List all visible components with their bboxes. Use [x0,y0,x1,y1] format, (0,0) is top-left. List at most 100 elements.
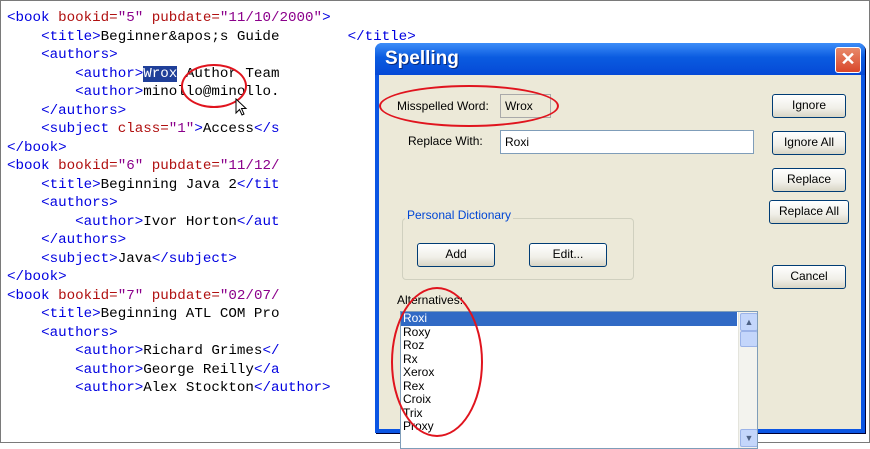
ignore-all-button[interactable]: Ignore All [772,131,846,155]
code-line[interactable]: </book> [7,268,416,287]
scroll-thumb[interactable] [740,331,757,347]
spelling-dialog: Spelling ✕ Misspelled Word: Wrox Replace… [375,43,865,449]
code-token: Alex Stockton [143,380,254,396]
scroll-down-icon[interactable]: ▼ [740,429,757,447]
alternatives-label: Alternatives: [397,293,464,307]
code-token: "7" [117,287,152,304]
dialog-title: Spelling [385,48,459,69]
code-token: > [322,10,331,26]
code-token: Richard Grimes [143,343,263,359]
code-line[interactable]: <subject class="1">Access</s [7,120,416,139]
code-token: <authors> [41,47,118,63]
code-token: </book> [7,269,67,285]
alternative-item[interactable]: Proxy [401,419,737,434]
ignore-button[interactable]: Ignore [772,94,846,118]
code-line[interactable]: <authors> [7,46,416,65]
add-button[interactable]: Add [417,243,495,267]
code-line[interactable]: <title>Beginning ATL COM Pro [7,305,416,324]
alternatives-listbox[interactable]: Roxi Roxy Roz Rx Xerox Rex Croix Trix Proxy ▲ ▼ [400,311,758,449]
replace-all-button[interactable]: Replace All [769,200,849,224]
code-token: <author> [75,84,144,100]
replace-button[interactable]: Replace [772,168,846,192]
code-line[interactable]: <author>Ivor Horton</aut [7,213,416,232]
edit-button[interactable]: Edit... [529,243,607,267]
code-token: bookid= [58,10,118,26]
code-token: "1" [168,121,195,137]
code-token: </aut [236,213,280,230]
code-token: <authors> [41,324,118,341]
alternative-item[interactable]: Roxi [401,312,737,326]
alternative-item[interactable]: Rx [401,352,737,367]
scroll-up-icon[interactable]: ▲ [740,313,757,331]
code-token: </authors> [41,102,127,119]
code-line[interactable]: <author>Wrox Author Team [7,65,416,84]
alternative-item[interactable]: Croix [401,392,737,407]
alternative-item[interactable]: Rex [401,379,737,394]
code-token: Java [117,250,152,267]
code-line[interactable]: </book> [7,139,416,158]
code-token: <title> [41,176,101,193]
alternatives-scrollbar[interactable]: ▲ ▼ [738,312,757,448]
code-token: <subject> [41,250,118,267]
code-line[interactable]: <author>George Reilly</a [7,361,416,380]
code-token: <book [7,158,59,174]
code-line[interactable]: <author>Richard Grimes</ [7,342,416,361]
code-line[interactable]: <book bookid="7" pubdate="02/07/ [7,287,416,306]
code-line[interactable]: <author>minollo@minollo. [7,83,416,102]
code-token: pubdate= [151,158,220,174]
code-token: </authors> [41,232,127,248]
replace-with-label: Replace With: [408,134,483,148]
code-token: Author Team [177,65,280,82]
code-line[interactable]: <title>Beginning Java 2</tit [7,176,416,195]
alternative-item[interactable]: Xerox [401,365,737,380]
code-line[interactable]: </authors> [7,231,416,250]
alternative-item[interactable]: Roz [401,338,737,353]
code-token: Ivor Horton [143,213,237,230]
code-line[interactable]: </authors> [7,102,416,121]
alternative-item[interactable]: Trix [401,406,737,421]
dialog-titlebar[interactable]: Spelling ✕ [375,43,865,75]
misspelled-word-field: Wrox [500,94,551,118]
dialog-client: Misspelled Word: Wrox Replace With: Pers… [379,75,861,449]
code-line[interactable]: <authors> [7,194,416,213]
code-token: <title> [41,28,101,45]
code-line[interactable]: <authors> [7,324,416,343]
code-token: </ [262,343,280,359]
replace-with-label-text: Replace With: [408,134,483,148]
code-line[interactable]: <author>Alex Stockton</author> [7,379,416,398]
close-icon[interactable]: ✕ [835,47,861,73]
cancel-button[interactable]: Cancel [772,265,846,289]
code-line[interactable]: <subject>Java</subject> [7,250,416,269]
selected-word: Wrox [143,65,178,82]
code-token: minollo@minollo. [143,84,280,100]
code-line[interactable]: <title>Beginner&apos;s Guide </title> [7,28,416,47]
code-token: </tit [236,176,280,193]
code-token: <author> [75,65,144,82]
code-token: Beginner&apos;s Guide [100,28,288,45]
code-token: <author> [75,361,144,378]
mouse-cursor-icon [235,98,248,116]
misspelled-word-label: Misspelled Word: [397,99,489,113]
code-line[interactable]: <book bookid="5" pubdate="11/10/2000"> [7,9,416,28]
code-token: <author> [75,380,144,396]
code-token: <book [7,287,59,304]
code-token: </subject> [151,250,237,267]
code-line[interactable]: <book bookid="6" pubdate="11/12/ [7,157,416,176]
replace-with-input[interactable] [500,130,754,154]
xml-code[interactable]: <book bookid="5" pubdate="11/10/2000"> <… [7,9,416,398]
code-token: "11/12/ [219,158,280,174]
code-token: Beginning ATL COM Pro [100,306,280,322]
alternative-item[interactable]: Roxy [401,325,737,340]
